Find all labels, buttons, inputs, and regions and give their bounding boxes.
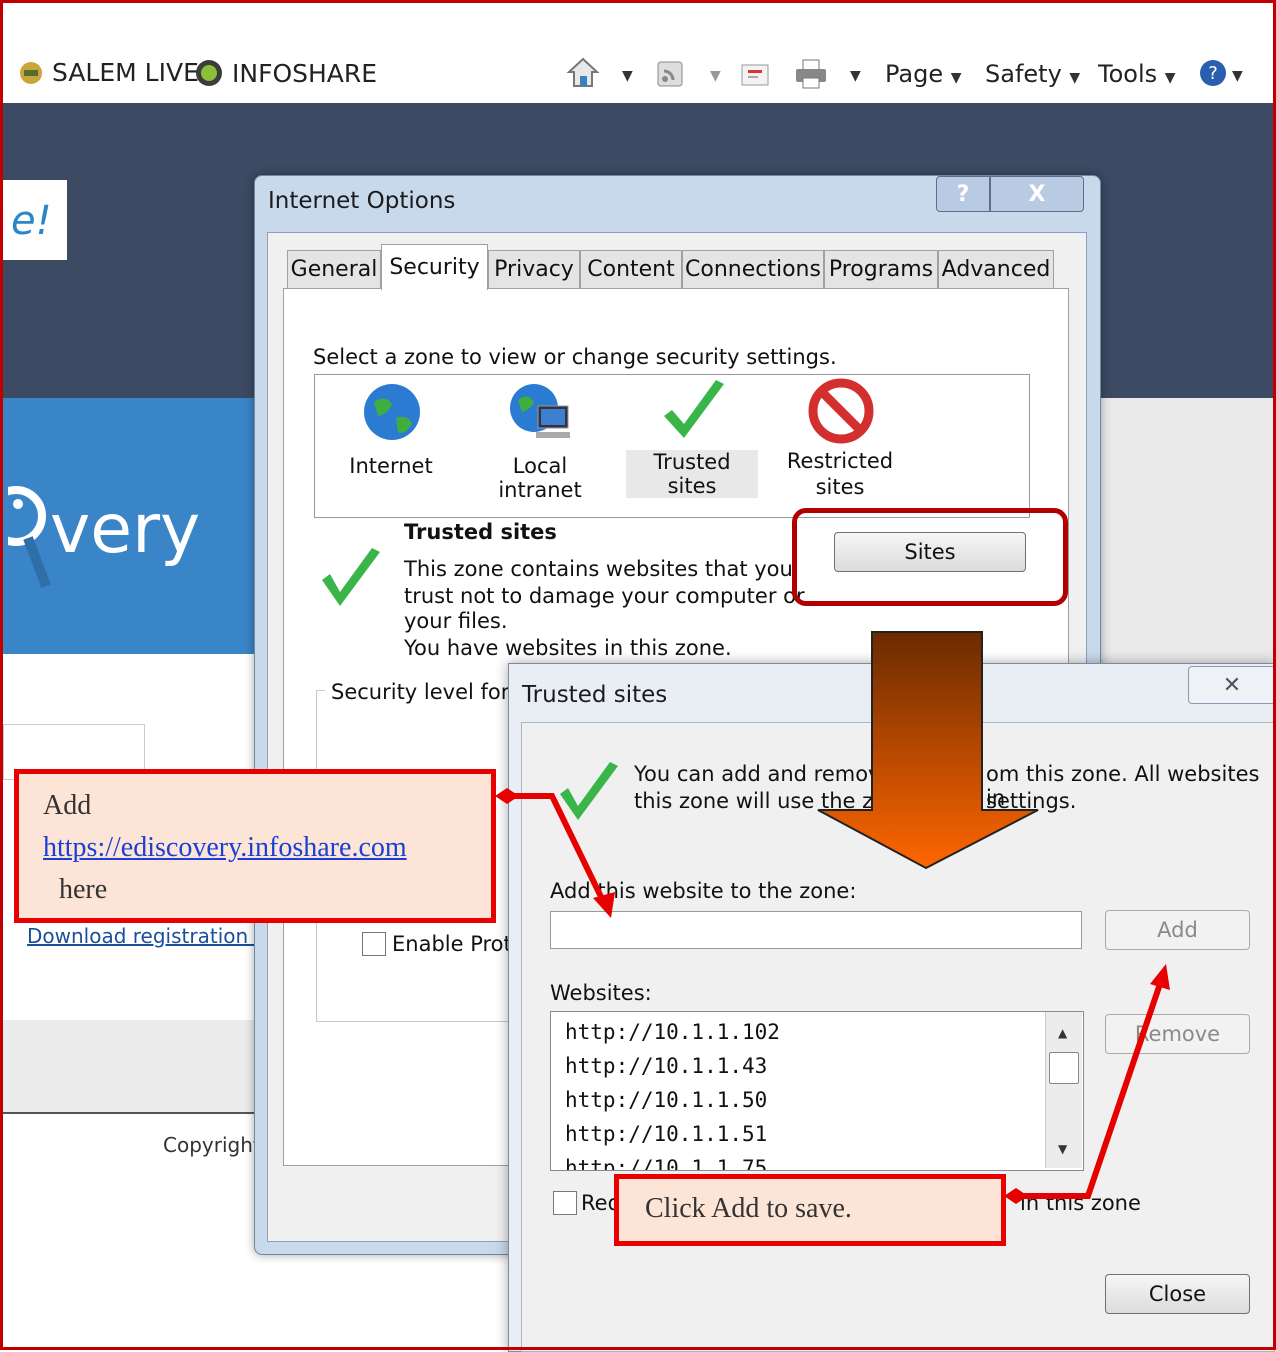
tab-label: Security [389, 255, 480, 280]
connector-arrows [495, 788, 1170, 1204]
tab-security[interactable]: Security [381, 244, 488, 290]
